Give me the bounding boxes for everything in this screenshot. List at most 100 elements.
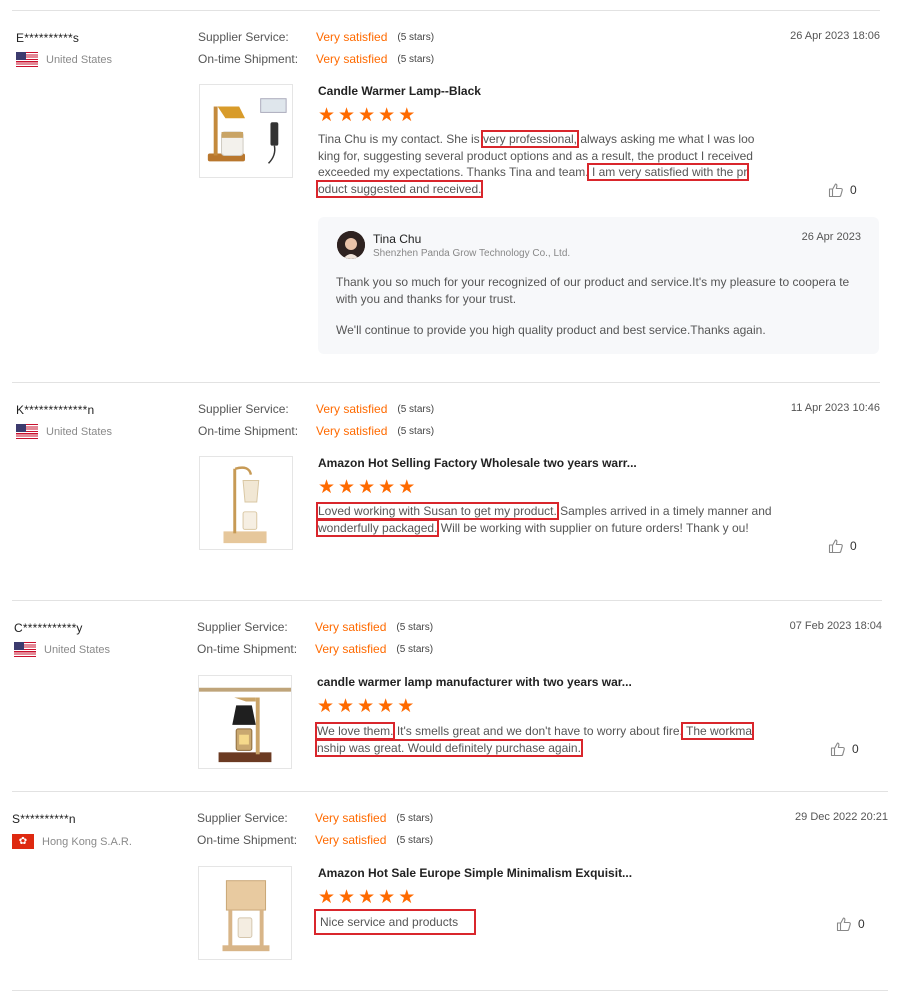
review-stars: ★ ★ ★ ★ ★: [318, 478, 415, 497]
star-icon: ★: [318, 477, 336, 498]
rating-stars-text: (5 stars): [396, 621, 434, 633]
separator: [12, 600, 882, 601]
review-stars: ★ ★ ★ ★ ★: [318, 888, 415, 907]
review-date: 26 Apr 2023 18:06: [790, 30, 880, 42]
star-icon: ★: [358, 887, 376, 908]
reply-author: Tina Chu: [373, 232, 422, 246]
rating-label: Supplier Service:: [197, 620, 288, 634]
reply-date: 26 Apr 2023: [801, 231, 861, 243]
product-thumbnail[interactable]: [199, 456, 293, 550]
review-date: 11 Apr 2023 10:46: [790, 402, 880, 414]
star-icon: ★: [338, 887, 356, 908]
rating-stars-text: (5 stars): [396, 834, 434, 846]
star-icon: ★: [317, 696, 335, 717]
supplier-service-rating: Supplier Service: Very satisfied (5 star…: [198, 402, 434, 416]
star-icon: ★: [318, 887, 336, 908]
review-stars: ★ ★ ★ ★ ★: [318, 106, 415, 125]
separator: [12, 990, 888, 991]
thumbs-up-icon: [828, 183, 843, 198]
star-icon: ★: [398, 887, 416, 908]
rating-stars-text: (5 stars): [396, 812, 434, 824]
like-button[interactable]: 0: [828, 538, 857, 554]
review-date: 07 Feb 2023 18:04: [789, 620, 882, 632]
star-icon: ★: [377, 696, 395, 717]
rating-stars-text: (5 stars): [397, 31, 435, 43]
country-label: United States: [46, 53, 113, 66]
rating-label: On-time Shipment:: [197, 833, 298, 847]
like-count: 0: [850, 539, 857, 553]
product-title[interactable]: candle warmer lamp manufacturer with two…: [317, 675, 632, 689]
product-title[interactable]: Amazon Hot Selling Factory Wholesale two…: [318, 456, 637, 470]
rating-value: Very satisfied: [315, 833, 387, 847]
reply-text: We'll continue to provide you high quali…: [336, 323, 766, 337]
product-title[interactable]: Candle Warmer Lamp--Black: [318, 84, 481, 98]
product-thumbnail[interactable]: [198, 675, 292, 769]
separator: [12, 382, 880, 383]
rating-value: Very satisfied: [315, 620, 387, 634]
rating-label: Supplier Service:: [198, 30, 289, 44]
avatar: [337, 231, 365, 259]
supplier-service-rating: Supplier Service: Very satisfied (5 star…: [197, 620, 433, 634]
like-button[interactable]: 0: [828, 182, 857, 198]
like-button[interactable]: 0: [836, 916, 865, 932]
star-icon: ★: [378, 887, 396, 908]
buyer-country: United States: [16, 52, 112, 67]
rating-label: On-time Shipment:: [198, 52, 299, 66]
rating-label: Supplier Service:: [198, 402, 289, 416]
rating-value: Very satisfied: [316, 402, 388, 416]
shipment-rating: On-time Shipment: Very satisfied (5 star…: [198, 424, 434, 438]
highlight: very professional,: [480, 130, 580, 148]
shipment-rating: On-time Shipment: Very satisfied (5 star…: [198, 52, 434, 66]
star-icon: ★: [398, 477, 416, 498]
star-icon: ★: [358, 105, 376, 126]
buyer-country: United States: [16, 424, 112, 439]
buyer-name: S**********n: [12, 812, 76, 826]
buyer-name: K*************n: [16, 403, 95, 417]
rating-stars-text: (5 stars): [396, 643, 434, 655]
star-icon: ★: [378, 105, 396, 126]
product-title[interactable]: Amazon Hot Sale Europe Simple Minimalism…: [318, 866, 632, 880]
rating-label: On-time Shipment:: [197, 642, 298, 656]
thumbs-up-icon: [836, 917, 851, 932]
star-icon: ★: [358, 477, 376, 498]
star-icon: ★: [357, 696, 375, 717]
review-date: 29 Dec 2022 20:21: [795, 811, 888, 823]
star-icon: ★: [318, 105, 336, 126]
review-comment: We love them. It's smells great and we d…: [314, 722, 755, 757]
country-label: United States: [44, 643, 111, 656]
star-icon: ★: [338, 477, 356, 498]
us-flag-icon: [16, 52, 38, 67]
rating-value: Very satisfied: [316, 424, 388, 438]
supplier-reply: Tina Chu Shenzhen Panda Grow Technology …: [318, 217, 879, 354]
review-comment: Nice service and products: [313, 909, 778, 935]
shipment-rating: On-time Shipment: Very satisfied (5 star…: [197, 642, 433, 656]
highlight: wonderfully packaged.: [315, 518, 440, 537]
country-label: Hong Kong S.A.R.: [42, 835, 132, 848]
rating-label: On-time Shipment:: [198, 424, 299, 438]
review-comment: Loved working with Susan to get my produ…: [315, 502, 772, 537]
review-stars: ★ ★ ★ ★ ★: [317, 697, 414, 716]
thumbs-up-icon: [828, 539, 843, 554]
reply-company: Shenzhen Panda Grow Technology Co., Ltd.: [373, 248, 571, 259]
buyer-country: ✿ Hong Kong S.A.R.: [12, 834, 132, 849]
like-count: 0: [850, 183, 857, 197]
product-thumbnail[interactable]: [199, 84, 293, 178]
reply-text: Thank you so much for your recognized of…: [336, 275, 850, 306]
thumbs-up-icon: [830, 742, 845, 757]
rating-stars-text: (5 stars): [397, 53, 435, 65]
country-label: United States: [46, 425, 113, 438]
supplier-service-rating: Supplier Service: Very satisfied (5 star…: [198, 30, 434, 44]
rating-value: Very satisfied: [315, 811, 387, 825]
supplier-service-rating: Supplier Service: Very satisfied (5 star…: [197, 811, 433, 825]
highlight: We love them.: [314, 722, 396, 740]
review-comment: Tina Chu is my contact. She is very prof…: [315, 130, 755, 198]
like-count: 0: [858, 917, 865, 931]
rating-value: Very satisfied: [316, 52, 388, 66]
star-icon: ★: [338, 105, 356, 126]
us-flag-icon: [14, 642, 36, 657]
star-icon: ★: [378, 477, 396, 498]
buyer-country: United States: [14, 642, 110, 657]
product-thumbnail[interactable]: [198, 866, 292, 960]
rating-value: Very satisfied: [316, 30, 388, 44]
like-button[interactable]: 0: [830, 741, 859, 757]
